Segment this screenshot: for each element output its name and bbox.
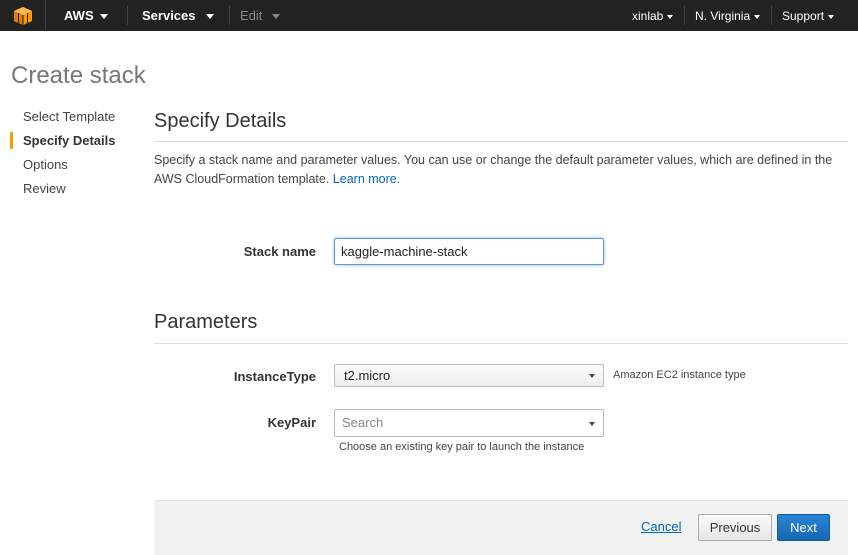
wizard-steps: Select Template Specify Details Options … xyxy=(10,108,140,204)
step-options[interactable]: Options xyxy=(10,156,140,180)
services-menu[interactable]: Services xyxy=(142,0,214,31)
learn-more-link[interactable]: Learn more. xyxy=(333,172,400,186)
chevron-down-icon xyxy=(667,14,674,19)
edit-menu[interactable]: Edit xyxy=(240,0,281,31)
stack-name-input[interactable] xyxy=(334,238,604,265)
keypair-label: KeyPair xyxy=(267,415,316,430)
stack-name-label: Stack name xyxy=(243,244,316,259)
aws-menu-label: AWS xyxy=(64,8,94,23)
nav-divider xyxy=(229,6,230,25)
support-label: Support xyxy=(782,8,825,23)
services-menu-label: Services xyxy=(142,8,196,23)
nav-divider xyxy=(127,6,128,25)
nav-divider xyxy=(771,6,772,25)
keypair-hint: Choose an existing key pair to launch th… xyxy=(339,441,585,453)
instance-type-label: InstanceType xyxy=(233,369,316,384)
support-menu[interactable]: Support xyxy=(782,0,835,31)
aws-menu[interactable]: AWS xyxy=(64,0,108,31)
dropdown-arrow-icon xyxy=(589,422,595,426)
instance-type-select[interactable]: t2.micro xyxy=(334,364,604,387)
edit-menu-label: Edit xyxy=(240,8,263,23)
parameters-heading: Parameters xyxy=(154,311,258,333)
section-divider xyxy=(154,343,848,344)
chevron-down-icon xyxy=(754,14,761,19)
region-name: N. Virginia xyxy=(695,8,751,23)
chevron-down-icon xyxy=(272,14,281,19)
chevron-down-icon xyxy=(828,14,835,19)
keypair-placeholder: Search xyxy=(342,415,384,430)
account-menu[interactable]: xinlab xyxy=(632,0,674,31)
step-review[interactable]: Review xyxy=(10,180,140,204)
dropdown-arrow-icon xyxy=(589,374,595,378)
nav-divider xyxy=(684,6,685,25)
aws-cube-logo-icon[interactable] xyxy=(0,0,46,31)
step-select-template[interactable]: Select Template xyxy=(10,108,140,132)
step-specify-details[interactable]: Specify Details xyxy=(10,132,140,149)
details-description: Specify a stack name and parameter value… xyxy=(154,151,854,189)
keypair-search-select[interactable]: Search xyxy=(334,409,604,437)
description-text: Specify a stack name and parameter value… xyxy=(154,153,833,186)
page-title: Create stack xyxy=(11,62,146,89)
chevron-down-icon xyxy=(205,14,214,19)
next-button[interactable]: Next xyxy=(777,514,830,541)
section-divider xyxy=(154,141,848,142)
account-name: xinlab xyxy=(632,8,664,23)
top-nav-bar: AWS Services Edit xinlab N. Virginia Sup… xyxy=(0,0,858,31)
chevron-down-icon xyxy=(99,14,108,19)
region-menu[interactable]: N. Virginia xyxy=(695,0,761,31)
cancel-button[interactable]: Cancel xyxy=(641,519,681,534)
instance-type-hint: Amazon EC2 instance type xyxy=(613,369,746,381)
specify-details-heading: Specify Details xyxy=(154,110,287,132)
instance-type-value: t2.micro xyxy=(344,368,391,383)
previous-button[interactable]: Previous xyxy=(698,514,772,541)
